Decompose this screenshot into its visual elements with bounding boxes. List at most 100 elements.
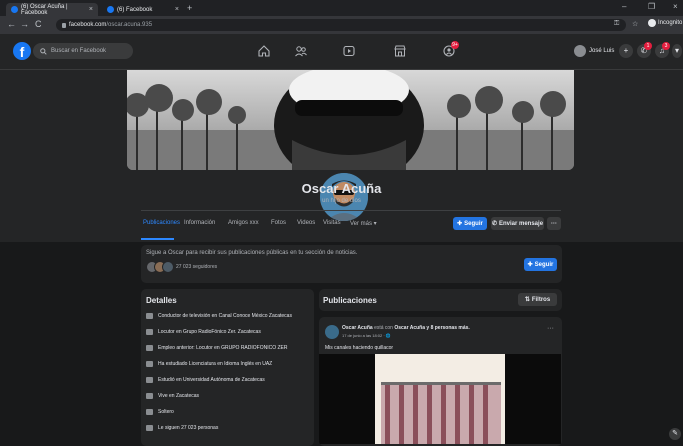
browser-tab[interactable]: (6) Facebook × <box>102 3 184 16</box>
post-header: Oscar Acuña está con Oscar Acuña y 8 per… <box>342 325 470 331</box>
facebook-logo-icon[interactable]: f <box>13 42 31 60</box>
avatar[interactable] <box>325 325 339 339</box>
profile-header: Oscar Acuña un hijo de dios Publicacione… <box>0 70 683 242</box>
post-card: Oscar Acuña está con Oscar Acuña y 8 per… <box>319 317 562 446</box>
post-photo <box>319 354 561 444</box>
posts-title: Publicaciones <box>323 296 377 305</box>
address-bar[interactable]: facebook.com/oscar.acuna.935 <box>56 19 626 31</box>
avatar <box>574 45 586 57</box>
detail-item: Conductor de televisión en Canal Conoce … <box>146 313 292 319</box>
details-card: Detalles Conductor de televisión en Cana… <box>141 289 314 446</box>
briefcase-icon <box>146 329 153 335</box>
detail-item: Soltero <box>146 409 174 415</box>
profile-chip[interactable]: José Luis <box>574 44 614 58</box>
browser-tab-active[interactable]: (6) Oscar Acuña | Facebook × <box>6 3 98 16</box>
incognito-indicator[interactable]: Incognito <box>648 19 682 27</box>
followers-count: 27 023 seguidores <box>176 264 218 270</box>
profile-picture[interactable] <box>317 170 371 224</box>
search-input[interactable]: Buscar en Facebook <box>33 43 133 59</box>
follow-icon: ✚ <box>457 221 463 227</box>
url-path: /oscar.acuna.935 <box>106 22 153 28</box>
filter-icon: ⇅ <box>524 297 530 303</box>
follow-card-button[interactable]: ✚ Seguir <box>524 258 557 271</box>
facebook-favicon-icon <box>107 6 114 13</box>
search-placeholder: Buscar en Facebook <box>51 48 107 54</box>
briefcase-icon <box>146 345 153 351</box>
send-message-label: Enviar mensaje <box>499 220 544 227</box>
rss-icon <box>146 425 153 431</box>
more-options-button[interactable]: ··· <box>547 217 561 230</box>
graduation-cap-icon <box>146 377 153 383</box>
groups-icon[interactable]: 9+ <box>440 41 459 60</box>
tab-close-icon[interactable]: × <box>175 6 179 13</box>
tab-videos[interactable]: Videos <box>297 220 315 226</box>
cover-photo[interactable] <box>127 70 574 170</box>
forward-button[interactable]: → <box>20 19 29 29</box>
detail-item: Ha estudiado Licenciatura en Idioma Ingl… <box>146 361 272 367</box>
new-message-button[interactable]: ✎ <box>669 428 681 440</box>
tab-publicaciones[interactable]: Publicaciones <box>143 220 180 226</box>
caret-down-icon: ▾ <box>674 46 679 55</box>
incognito-label: Incognito <box>658 20 683 26</box>
post-connector: está con <box>374 325 393 331</box>
messenger-icon: ✆ <box>491 221 497 227</box>
detail-item: Locutor en Grupo RadioFónico Zer. Zacate… <box>146 329 261 335</box>
follow-icon: ✚ <box>527 262 533 268</box>
tab-title: (6) Oscar Acuña | Facebook <box>21 3 68 16</box>
facebook-favicon-icon <box>11 6 18 13</box>
messenger-badge: 1 <box>644 42 652 50</box>
tab-amigos[interactable]: Amigos xxx <box>228 220 259 226</box>
post-more-button[interactable]: ··· <box>547 325 554 332</box>
post-tagged[interactable]: Oscar Acuña y 8 personas más. <box>394 325 469 331</box>
post-author[interactable]: Oscar Acuña <box>342 325 373 331</box>
tab-informacion[interactable]: Información <box>184 220 215 226</box>
graduation-cap-icon <box>146 361 153 367</box>
minimize-button[interactable]: – <box>622 2 626 11</box>
follow-suggestion-card: Sigue a Oscar para recibir sus publicaci… <box>141 245 562 283</box>
home-icon[interactable] <box>255 42 273 60</box>
tab-fotos[interactable]: Fotos <box>271 220 286 226</box>
friends-icon[interactable] <box>292 42 310 60</box>
house-icon <box>146 393 153 399</box>
follow-button[interactable]: ✚ Seguir <box>453 217 487 230</box>
user-name: José Luis <box>589 48 615 54</box>
browser-toolbar: ← → C facebook.com/oscar.acuna.935 ⚿ ☆ I… <box>0 16 683 34</box>
follow-suggestion-text: Sigue a Oscar para recibir sus publicaci… <box>146 250 358 256</box>
tab-visitas[interactable]: Visitas <box>323 220 341 226</box>
filters-label: Filtros <box>531 296 551 303</box>
briefcase-icon <box>146 313 153 319</box>
header-divider <box>141 210 561 211</box>
account-menu-button[interactable]: ▾ <box>672 44 682 58</box>
profile-bio: un hijo de dios <box>322 198 361 204</box>
tab-close-icon[interactable]: × <box>89 6 93 13</box>
notifications-button[interactable]: ♫ 3 <box>655 42 670 58</box>
filters-button[interactable]: ⇅ Filtros <box>518 293 557 306</box>
groups-badge: 9+ <box>451 41 459 49</box>
create-button[interactable]: + <box>619 44 633 58</box>
marketplace-icon[interactable] <box>391 42 409 60</box>
tab-ver-mas[interactable]: Ver más ▾ <box>350 220 377 227</box>
send-message-button[interactable]: ✆ Enviar mensaje <box>491 217 544 230</box>
reload-button[interactable]: C <box>35 19 42 29</box>
messenger-button[interactable]: ✆ 1 <box>637 42 652 58</box>
watch-icon[interactable] <box>340 42 358 60</box>
avatar <box>162 261 174 273</box>
post-text: Mis canales haciendo quillacor <box>325 345 394 351</box>
restore-button[interactable]: ❐ <box>648 2 655 11</box>
window-close-button[interactable]: × <box>673 2 678 11</box>
post-date[interactable]: 17 de junio a las 18:02 · 🌐 <box>342 333 391 338</box>
heart-icon <box>146 409 153 415</box>
star-icon[interactable]: ☆ <box>632 20 638 28</box>
browser-tab-strip: (6) Oscar Acuña | Facebook × (6) Faceboo… <box>0 0 683 16</box>
post-image[interactable] <box>319 354 561 444</box>
follow-button-label: Seguir <box>464 220 483 227</box>
lock-icon <box>62 22 66 28</box>
details-title: Detalles <box>146 296 177 305</box>
url-domain: facebook.com <box>69 22 107 28</box>
new-tab-button[interactable]: + <box>187 3 192 13</box>
back-button[interactable]: ← <box>7 19 16 29</box>
detail-item: Vive en Zacatecas <box>146 393 199 399</box>
follower-avatars <box>146 261 174 273</box>
key-icon[interactable]: ⚿ <box>614 20 619 28</box>
posts-header-card: Publicaciones ⇅ Filtros <box>319 289 562 311</box>
